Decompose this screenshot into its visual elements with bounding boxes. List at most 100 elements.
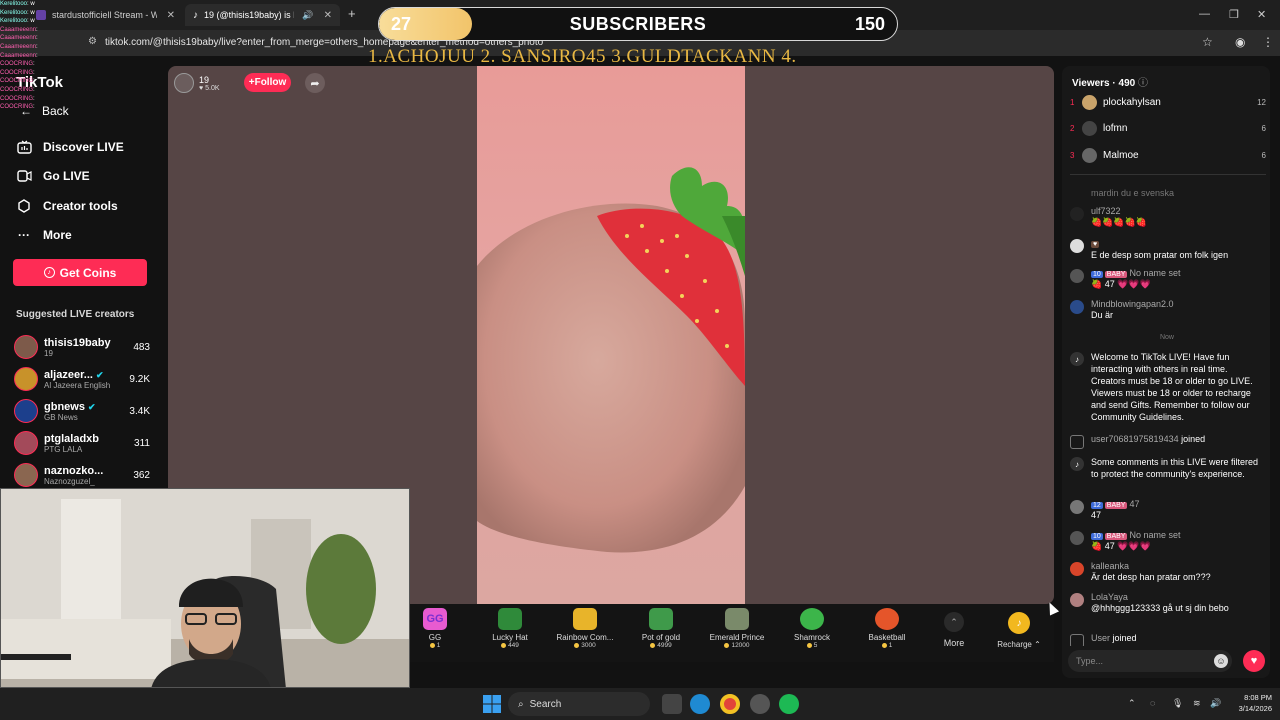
host-name: 19 — [199, 74, 210, 85]
suggested-creator[interactable]: ptglaladxb PTG LALA 311 — [14, 429, 150, 457]
chat-message: ♥ E de desp som pratar om folk igen — [1070, 238, 1264, 261]
gift-name: Emerald Prince — [709, 633, 765, 642]
profile-icon[interactable]: ◉ — [1235, 35, 1245, 49]
avatar — [1070, 562, 1084, 576]
chat-text: 🍓 47 💗💗💗 — [1091, 541, 1151, 551]
browser-tab-tiktok[interactable]: ♪ 19 (@thisis19baby) is LIVE 🔊 ✕ — [185, 4, 340, 26]
wifi-icon[interactable]: ≋ — [1193, 698, 1201, 709]
rainbow-gift-icon — [573, 608, 597, 630]
divider — [1070, 174, 1266, 175]
nav-discover-live[interactable]: Discover LIVE — [16, 137, 124, 157]
edge-icon[interactable] — [690, 694, 710, 714]
live-video[interactable] — [477, 66, 745, 604]
chat-user: No name set — [1129, 268, 1181, 278]
subscriber-goal-label: SUBSCRIBERS — [569, 14, 707, 34]
task-view-icon[interactable] — [662, 694, 682, 714]
gift-name: Lucky Hat — [492, 633, 528, 642]
chat-message: ulf7322 🍓🍓🍓🍓🍓 — [1070, 206, 1264, 228]
gift-item[interactable]: Lucky Hat 449 — [473, 608, 547, 660]
overlay-chat-line: Caaameeenn: — [0, 52, 38, 59]
emoji-icon[interactable]: ☺ — [1214, 654, 1228, 668]
bookmark-star-icon[interactable]: ☆ — [1202, 35, 1213, 49]
close-tab-icon[interactable]: ✕ — [167, 10, 175, 21]
chat-message: LolaYaya @hhhggg123333 gå ut sj din bebo — [1070, 592, 1264, 614]
close-window-icon[interactable]: ✕ — [1257, 8, 1266, 21]
share-icon[interactable]: ➦ — [305, 73, 325, 93]
follow-button[interactable]: +Follow — [244, 73, 291, 92]
top-viewer-row[interactable]: 1 plockahylsan 12 — [1070, 92, 1266, 112]
like-heart-icon[interactable]: ♥ — [1243, 650, 1265, 672]
chat-list[interactable]: mardin du e svenska ulf7322 🍓🍓🍓🍓🍓 ♥ E de d… — [1066, 180, 1266, 646]
viewer-rank: 3 — [1070, 150, 1075, 160]
chat-message: mardin du e svenska — [1070, 188, 1264, 203]
tab-title: 19 (@thisis19baby) is LIVE — [204, 10, 294, 20]
tiktok-favicon-icon: ♪ — [193, 9, 198, 21]
overlay-chat-line: COOCRING: — [0, 104, 35, 111]
nav-more[interactable]: ··· More — [16, 225, 72, 245]
host-info[interactable]: 19 ♥ 5.0K — [174, 72, 240, 94]
overlay-chat-line: COOCRING: — [0, 78, 35, 85]
system-message: ♪ Welcome to TikTok LIVE! Have fun intera… — [1070, 351, 1264, 423]
obs-icon[interactable] — [750, 694, 770, 714]
nav-creator-tools[interactable]: Creator tools — [16, 196, 118, 216]
creator-subtitle: 19 — [44, 348, 53, 358]
level-badge: 10 — [1091, 271, 1103, 278]
suggested-creator[interactable]: aljazeer... ✔ Al Jazeera English 9.2K — [14, 365, 150, 393]
system-clock[interactable]: 8:08 PM 3/14/2026 — [1228, 692, 1272, 714]
chat-input[interactable]: Type... — [1068, 650, 1232, 672]
suggested-creator[interactable]: gbnews ✔ GB News 3.4K — [14, 397, 150, 425]
gift-item[interactable]: Rainbow Com... 3000 — [548, 608, 622, 660]
microphone-icon[interactable]: 🎙 — [1172, 698, 1183, 709]
browser-menu-icon[interactable]: ⋮ — [1262, 35, 1274, 49]
creator-name: ptglaladxb — [44, 432, 100, 445]
gift-price: 12000 — [700, 642, 774, 649]
more-icon: ··· — [18, 228, 30, 242]
tiktok-icon: ♪ — [1070, 352, 1084, 366]
network-icon[interactable]: ◌ — [1150, 698, 1155, 708]
gift-item[interactable]: Basketball 1 — [850, 608, 924, 660]
gift-item[interactable]: Shamrock 5 — [775, 608, 849, 660]
viewer-count: 311 — [134, 437, 150, 449]
spotify-icon[interactable] — [779, 694, 799, 714]
gift-name: Rainbow Com... — [556, 633, 614, 642]
viewer-rank: 1 — [1070, 97, 1075, 107]
chat-user: LolaYaya — [1091, 592, 1128, 602]
minimize-icon[interactable]: — — [1199, 8, 1210, 20]
chat-user: kalleanka — [1091, 561, 1130, 571]
new-tab-button[interactable]: + — [348, 6, 356, 21]
time-divider: Now — [1070, 334, 1264, 341]
gift-item[interactable]: Pot of gold 4999 — [624, 608, 698, 660]
taskbar-search[interactable]: ⌕ Search — [508, 692, 650, 716]
tray-chevron-icon[interactable]: ⌃ — [1128, 698, 1136, 709]
close-tab-icon[interactable]: ✕ — [324, 10, 332, 21]
maximize-icon[interactable]: ❐ — [1229, 8, 1239, 21]
chrome-icon[interactable] — [720, 694, 740, 714]
more-gifts-button[interactable]: ⌃ More — [934, 612, 974, 648]
fan-badge: BABY — [1104, 533, 1128, 540]
top-gifters-ranking: 1.ACHOJUU 2. SANSIRO45 3.GULDTACKANN 4. — [368, 46, 797, 67]
windows-start-icon[interactable] — [483, 695, 501, 713]
tiktok-icon: ♪ — [1070, 457, 1084, 471]
joined-user: User — [1091, 633, 1111, 643]
volume-icon[interactable]: 🔊 — [1210, 698, 1221, 709]
welcome-text: Welcome to TikTok LIVE! Have fun interac… — [1091, 352, 1253, 422]
top-viewer-row[interactable]: 2 lofmn 6 — [1070, 118, 1266, 138]
help-icon[interactable]: ⓘ — [1138, 78, 1148, 89]
emerald-prince-gift-icon — [725, 608, 749, 630]
top-viewer-row[interactable]: 3 Malmoe 6 — [1070, 145, 1266, 165]
search-label: Search — [529, 698, 562, 710]
get-coins-button[interactable]: ♪ Get Coins — [13, 259, 147, 286]
overlay-chat-line: Caaameeenn: — [0, 43, 38, 50]
recharge-button[interactable]: ♪ Recharge ⌃ — [994, 612, 1044, 649]
suggested-creator[interactable]: thisis19baby 19 483 — [14, 333, 150, 361]
gift-item[interactable]: Emerald Prince 12000 — [700, 608, 774, 660]
nav-go-live[interactable]: Go LIVE — [16, 166, 90, 186]
gift-price: 449 — [473, 642, 547, 649]
tab-audio-icon[interactable]: 🔊 — [302, 10, 313, 21]
nav-label: Discover LIVE — [43, 140, 124, 154]
pot-of-gold-gift-icon — [649, 608, 673, 630]
more-gifts-label: More — [943, 638, 965, 648]
avatar — [1070, 500, 1084, 514]
faded-message: mardin du e svenska — [1091, 188, 1175, 198]
suggested-creator[interactable]: naznozko... Naznozguzel_ 362 — [14, 461, 150, 489]
